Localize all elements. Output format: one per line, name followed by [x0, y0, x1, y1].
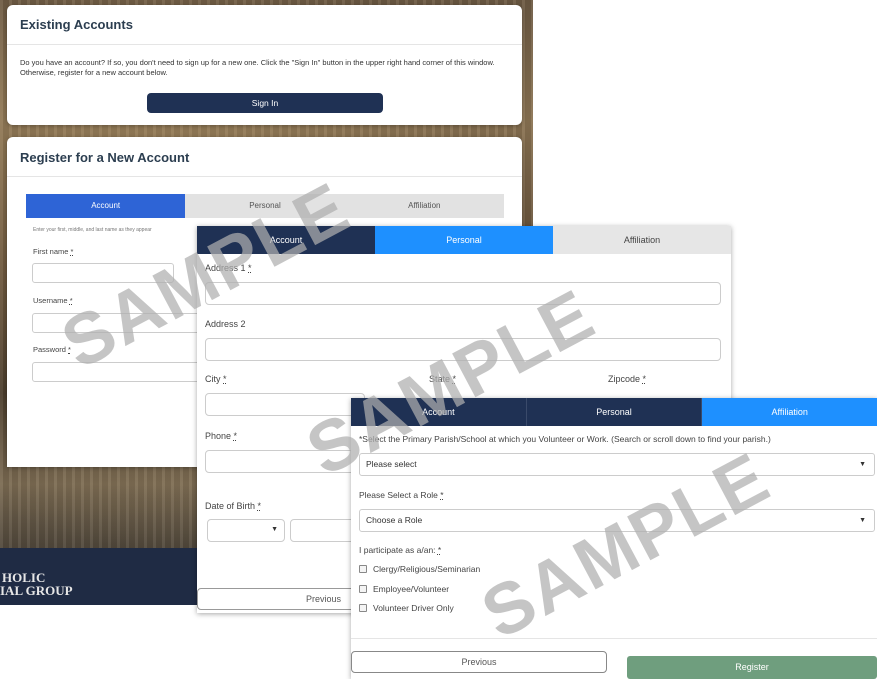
option-label: Employee/Volunteer	[373, 584, 450, 594]
affiliation-previous-button[interactable]: Previous	[351, 651, 607, 673]
register-title: Register for a New Account	[7, 137, 522, 177]
username-label: Username *	[33, 296, 73, 305]
tab-affiliation[interactable]: Affiliation	[344, 194, 504, 218]
tab-personal[interactable]: Personal	[375, 226, 553, 254]
parish-select[interactable]: Please select ▼	[359, 453, 875, 476]
chevron-down-icon: ▼	[859, 517, 866, 524]
address2-input[interactable]	[205, 338, 721, 361]
password-label: Password *	[33, 345, 71, 354]
existing-accounts-text: Do you have an account? If so, you don't…	[20, 58, 495, 77]
required-mark: *	[437, 545, 442, 555]
first-name-label: First name *	[33, 247, 73, 256]
dob-day-select[interactable]	[290, 519, 356, 542]
personal-previous-label: Previous	[306, 594, 342, 604]
required-mark: *	[233, 431, 238, 441]
participate-label: I participate as a/an: *	[359, 545, 441, 555]
first-name-input[interactable]	[32, 263, 174, 283]
dob-label-text: Date of Birth	[205, 501, 256, 511]
parish-select-value: Please select	[366, 459, 417, 469]
city-input[interactable]	[205, 393, 365, 416]
register-button[interactable]: Register	[627, 656, 877, 679]
required-mark: *	[69, 296, 73, 305]
username-input[interactable]	[32, 313, 202, 333]
address1-input[interactable]	[205, 282, 721, 305]
affiliation-card: Account Personal Affiliation *Select the…	[351, 398, 877, 679]
participate-label-text: I participate as a/an:	[359, 545, 436, 555]
zipcode-label-text: Zipcode	[608, 374, 641, 384]
city-label-text: City	[205, 374, 221, 384]
tab-account[interactable]: Account	[351, 398, 527, 426]
checkbox[interactable]	[359, 585, 367, 593]
option-employee[interactable]: Employee/Volunteer	[359, 584, 449, 594]
chevron-down-icon: ▼	[859, 461, 866, 468]
required-mark: *	[248, 263, 252, 273]
state-label-text: State	[429, 374, 451, 384]
option-label: Volunteer Driver Only	[373, 603, 454, 613]
address2-label: Address 2	[205, 319, 246, 329]
zipcode-label: Zipcode *	[608, 374, 646, 384]
required-mark: *	[68, 345, 71, 354]
divider	[351, 638, 877, 639]
tab-affiliation[interactable]: Affiliation	[553, 226, 731, 254]
address1-label: Address 1 *	[205, 263, 252, 273]
register-tabs: Account Personal Affiliation	[26, 194, 504, 218]
city-label: City *	[205, 374, 227, 384]
username-label-text: Username	[33, 296, 68, 305]
address1-label-text: Address 1	[205, 263, 246, 273]
name-hint-text: Enter your first, middle, and last name …	[33, 227, 152, 233]
role-select-value: Choose a Role	[366, 515, 423, 525]
tab-account[interactable]: Account	[26, 194, 186, 218]
state-label: State *	[429, 374, 456, 384]
required-mark: *	[257, 501, 262, 511]
required-mark: *	[642, 374, 647, 384]
phone-label: Phone *	[205, 431, 237, 441]
tab-personal[interactable]: Personal	[526, 398, 703, 426]
role-label-text: Please Select a Role	[359, 490, 438, 500]
existing-accounts-card: Existing Accounts Do you have an account…	[7, 5, 522, 125]
dob-label: Date of Birth *	[205, 501, 261, 511]
footer-logo-line2: IAL GROUP	[0, 583, 73, 598]
password-label-text: Password	[33, 345, 66, 354]
required-mark: *	[452, 374, 457, 384]
existing-accounts-title: Existing Accounts	[7, 5, 522, 45]
dob-month-select[interactable]: ▼	[207, 519, 285, 542]
parish-label: *Select the Primary Parish/School at whi…	[359, 434, 771, 444]
option-driver[interactable]: Volunteer Driver Only	[359, 603, 454, 613]
tab-affiliation[interactable]: Affiliation	[702, 398, 877, 426]
required-mark: *	[223, 374, 227, 384]
checkbox[interactable]	[359, 565, 367, 573]
footer-logo: HOLIC IAL GROUP	[0, 571, 73, 597]
checkbox[interactable]	[359, 604, 367, 612]
tab-account[interactable]: Account	[197, 226, 375, 254]
first-name-label-text: First name	[33, 247, 69, 256]
sign-in-button[interactable]: Sign In	[147, 93, 383, 113]
phone-label-text: Phone	[205, 431, 232, 441]
personal-tabs: Account Personal Affiliation	[197, 226, 731, 254]
role-select[interactable]: Choose a Role ▼	[359, 509, 875, 532]
password-input[interactable]	[32, 362, 202, 382]
tab-personal[interactable]: Personal	[185, 194, 345, 218]
option-clergy[interactable]: Clergy/Religious/Seminarian	[359, 564, 480, 574]
role-label: Please Select a Role *	[359, 490, 444, 500]
chevron-down-icon: ▼	[271, 526, 278, 533]
option-label: Clergy/Religious/Seminarian	[373, 564, 481, 574]
required-mark: *	[70, 247, 74, 256]
phone-input[interactable]	[205, 450, 355, 473]
affiliation-tabs: Account Personal Affiliation	[351, 398, 877, 426]
required-mark: *	[440, 490, 444, 500]
